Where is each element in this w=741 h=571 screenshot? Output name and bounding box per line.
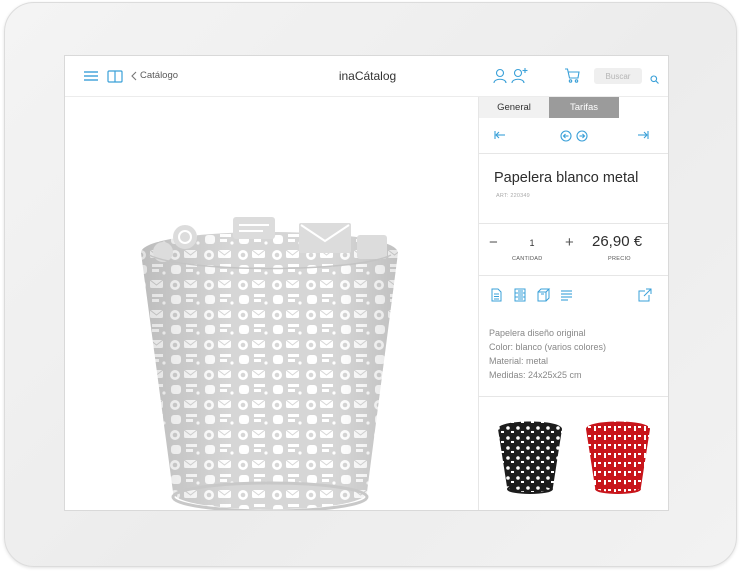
add-user-icon[interactable] [511, 67, 528, 89]
first-icon[interactable] [494, 130, 506, 140]
product-detail-panel: General Tarifas Papelera blanco metal AR… [478, 97, 668, 510]
description-line: Medidas: 24x25x25 cm [489, 370, 582, 380]
top-bar: Catálogo inaCátalog [65, 56, 668, 97]
product-image [65, 97, 478, 510]
last-icon[interactable] [637, 130, 649, 140]
description-line: Color: blanco (varios colores) [489, 342, 607, 352]
increase-quantity-button[interactable]: + [565, 235, 574, 251]
variant-black-thumbnail[interactable] [495, 415, 565, 495]
boxes-icon[interactable] [537, 288, 551, 307]
document-icon[interactable] [491, 288, 502, 307]
decrease-quantity-button[interactable]: − [489, 235, 498, 251]
tab-tarifas[interactable]: Tarifas [549, 97, 619, 118]
description-line: Papelera diseño original [489, 328, 586, 338]
prev-icon[interactable] [560, 130, 572, 142]
app-screen: Catálogo inaCátalog Buscar General Tarif… [64, 55, 669, 511]
quantity-price-block: − 1 + CANTIDAD 26,90 € PRECIO [479, 224, 668, 276]
product-reference: ART: 220349 [496, 193, 530, 199]
price-value: 26,90 € [592, 233, 643, 250]
list-detail-icon[interactable] [514, 288, 526, 307]
price-label: PRECIO [608, 256, 631, 262]
waste-basket-illustration [141, 217, 398, 510]
tab-general[interactable]: General [479, 97, 549, 118]
quantity-label: CANTIDAD [512, 256, 543, 262]
quantity-value[interactable]: 1 [523, 238, 541, 248]
description-line: Material: metal [489, 356, 549, 366]
user-icon[interactable] [493, 68, 507, 89]
search-icon[interactable] [650, 71, 659, 89]
external-link-icon[interactable] [638, 288, 652, 307]
variant-red-thumbnail[interactable] [583, 415, 653, 495]
product-actions [479, 288, 668, 308]
color-variants [479, 396, 668, 510]
next-icon[interactable] [576, 130, 588, 142]
cart-icon[interactable] [564, 68, 580, 88]
product-name: Papelera blanco metal [494, 170, 639, 186]
product-header: Papelera blanco metal ART: 220349 [479, 154, 668, 224]
tab-bar: General Tarifas [479, 97, 668, 118]
text-lines-icon[interactable] [560, 288, 573, 306]
product-navigation [479, 118, 668, 154]
product-description: Papelera diseño original Color: blanco (… [489, 326, 664, 382]
search-input[interactable] [594, 68, 642, 84]
